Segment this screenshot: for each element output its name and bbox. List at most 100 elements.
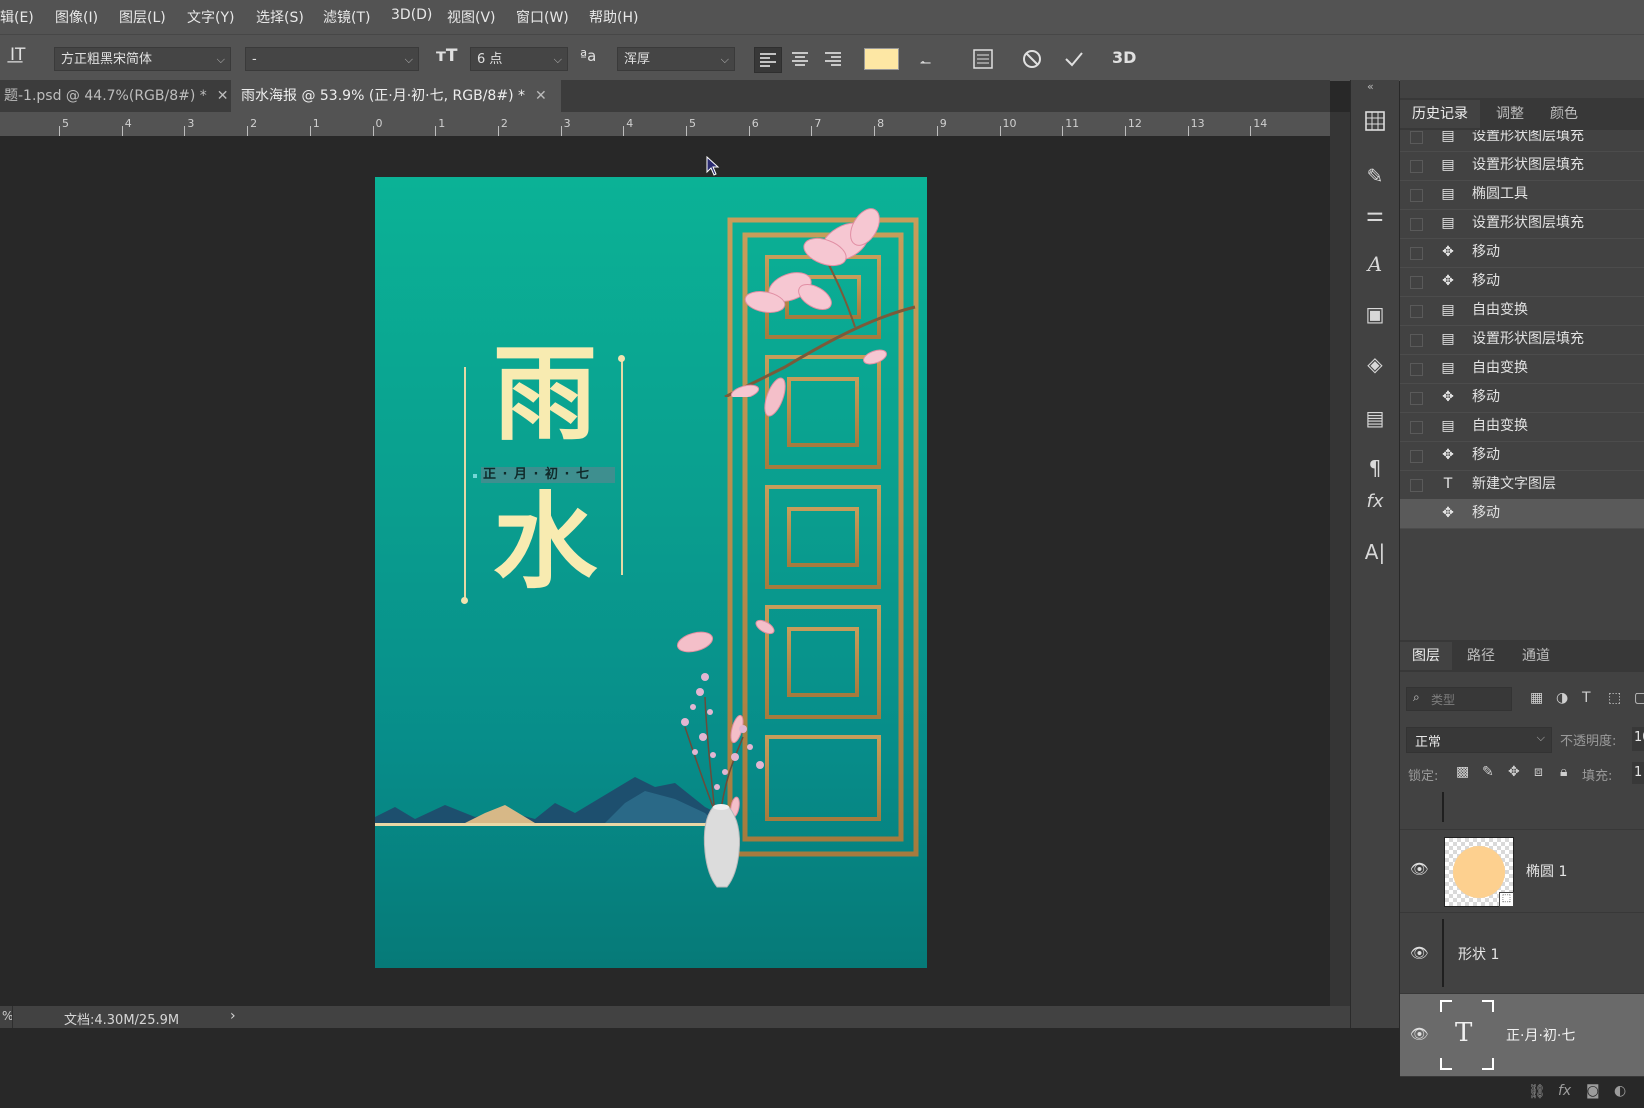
fill-field[interactable]: 1: [1632, 762, 1644, 784]
filter-shape-icon[interactable]: ⬚: [1608, 690, 1621, 706]
tab-paths[interactable]: 路径: [1455, 642, 1507, 670]
history-item[interactable]: ▤ 设置形状图层填充: [1400, 130, 1644, 152]
cancel-icon[interactable]: [1020, 47, 1044, 71]
history-item[interactable]: ✥ 移动: [1400, 499, 1644, 529]
menu-view[interactable]: 视图(V): [447, 7, 496, 27]
history-snapshot-checkbox[interactable]: [1410, 160, 1423, 173]
tab-layers[interactable]: 图层: [1400, 642, 1452, 670]
history-snapshot-checkbox[interactable]: [1410, 363, 1423, 376]
history-item[interactable]: ✥ 移动: [1400, 238, 1644, 268]
lock-transparent-icon[interactable]: ▩: [1456, 764, 1469, 780]
adjust-icon[interactable]: ◐: [1614, 1083, 1626, 1099]
layer-row[interactable]: 👁︎ 形状 1: [1400, 913, 1644, 994]
warp-text-icon[interactable]: ꞈ̲: [920, 45, 926, 65]
lock-artboard-icon[interactable]: ⧈: [1534, 764, 1543, 780]
history-item[interactable]: ▤ 自由变换: [1400, 354, 1644, 384]
menu-3d[interactable]: 3D(D): [391, 7, 432, 23]
history-snapshot-checkbox[interactable]: [1410, 334, 1423, 347]
mask-icon[interactable]: ◙: [1586, 1083, 1600, 1099]
history-item[interactable]: ✥ 移动: [1400, 441, 1644, 471]
blend-mode-select[interactable]: 正常 ⌵: [1406, 727, 1552, 753]
history-snapshot-checkbox[interactable]: [1410, 189, 1423, 202]
history-snapshot-checkbox[interactable]: [1410, 218, 1423, 231]
menu-edit[interactable]: 辑(E): [0, 7, 34, 27]
notes-panel-icon[interactable]: ▤: [1363, 406, 1387, 430]
libraries-icon[interactable]: ▣: [1363, 302, 1387, 326]
layer-row[interactable]: 👁︎ ⬚ 椭圆 1: [1400, 830, 1644, 913]
layer-name[interactable]: 形状 1: [1458, 944, 1499, 964]
tab-document-1[interactable]: 题-1.psd @ 44.7%(RGB/8#) * ✕: [0, 80, 229, 112]
menu-select[interactable]: 选择(S): [256, 7, 304, 27]
history-snapshot-checkbox[interactable]: [1410, 305, 1423, 318]
history-snapshot-checkbox[interactable]: [1410, 392, 1423, 405]
lock-all-icon[interactable]: 🔒︎: [1560, 764, 1567, 780]
font-style-select[interactable]: - ⌵: [245, 47, 419, 71]
visibility-eye-icon[interactable]: 👁︎: [1410, 860, 1429, 878]
character-panel-icon[interactable]: [972, 47, 994, 71]
opacity-field[interactable]: 10: [1632, 727, 1644, 751]
vertical-type-tool-icon[interactable]: I͟T: [10, 45, 25, 65]
3d-button[interactable]: 3D: [1112, 48, 1136, 67]
history-snapshot-checkbox[interactable]: [1410, 421, 1423, 434]
filter-smart-icon[interactable]: ▢: [1634, 690, 1644, 706]
font-family-select[interactable]: 方正粗黑宋简体 ⌵: [54, 47, 231, 71]
history-item[interactable]: ▤ 设置形状图层填充: [1400, 209, 1644, 239]
lock-move-icon[interactable]: ✥: [1508, 764, 1520, 780]
history-snapshot-checkbox[interactable]: [1410, 247, 1423, 260]
history-snapshot-checkbox[interactable]: [1410, 276, 1423, 289]
poster-title-shui[interactable]: 水: [493, 487, 597, 597]
history-item[interactable]: ▤ 设置形状图层填充: [1400, 151, 1644, 181]
layer-filter-input[interactable]: ⌕ 类型: [1406, 687, 1512, 711]
character-style-icon[interactable]: A: [1363, 252, 1387, 276]
history-item[interactable]: ✥ 移动: [1400, 267, 1644, 297]
text-color-swatch[interactable]: [864, 48, 899, 70]
history-item[interactable]: ▤ 设置形状图层填充: [1400, 325, 1644, 355]
visibility-eye-icon[interactable]: 👁︎: [1410, 944, 1429, 962]
history-item[interactable]: ▤ 自由变换: [1400, 296, 1644, 326]
fx-styles-icon[interactable]: fx: [1363, 490, 1387, 514]
fx-icon[interactable]: fx: [1558, 1083, 1571, 1099]
history-item[interactable]: T 新建文字图层: [1400, 470, 1644, 500]
close-icon[interactable]: ✕: [217, 88, 229, 104]
brush-settings-icon[interactable]: ✎: [1363, 164, 1387, 188]
history-item[interactable]: ▤ 自由变换: [1400, 412, 1644, 442]
close-icon[interactable]: ✕: [535, 88, 547, 104]
align-right-button[interactable]: [820, 47, 846, 71]
poster-title-yu[interactable]: 雨: [493, 339, 597, 449]
history-snapshot-checkbox[interactable]: [1410, 450, 1423, 463]
tab-color[interactable]: 颜色: [1538, 100, 1590, 128]
3d-panel-icon[interactable]: ◈: [1363, 352, 1387, 376]
tab-history[interactable]: 历史记录: [1400, 100, 1480, 128]
horizontal-ruler[interactable]: 5 4 3 2 1 0 1 2 3 4 5 6 7 8 9 10 11 12 13 14: [0, 112, 1330, 137]
vertical-scrollbar[interactable]: [1330, 112, 1350, 1006]
menu-layer[interactable]: 图层(L): [119, 7, 166, 27]
layer-name[interactable]: 正·月·初·七: [1506, 1025, 1575, 1045]
filter-type-icon[interactable]: T: [1582, 690, 1591, 706]
menu-image[interactable]: 图像(I): [55, 7, 98, 27]
properties-sliders-icon[interactable]: ⚌: [1363, 202, 1387, 226]
commit-check-icon[interactable]: [1062, 47, 1086, 71]
link-icon[interactable]: ⛓︎: [1528, 1084, 1546, 1100]
status-menu-arrow-icon[interactable]: ›: [230, 1008, 236, 1024]
menu-help[interactable]: 帮助(H): [589, 7, 638, 27]
history-item[interactable]: ▤ 椭圆工具: [1400, 180, 1644, 210]
align-center-button[interactable]: [787, 47, 813, 71]
history-snapshot-checkbox[interactable]: [1410, 508, 1423, 521]
filter-image-icon[interactable]: ▦: [1530, 690, 1543, 706]
history-snapshot-checkbox[interactable]: [1410, 131, 1423, 144]
antialias-select[interactable]: 浑厚 ⌵: [617, 47, 735, 71]
menu-type[interactable]: 文字(Y): [187, 7, 234, 27]
paragraph-icon[interactable]: ¶: [1363, 456, 1387, 480]
poster-document[interactable]: 雨 正 · 月 · 初 · 七 水: [375, 177, 927, 968]
menu-window[interactable]: 窗口(W): [516, 7, 569, 27]
lock-paint-icon[interactable]: ✎: [1482, 764, 1494, 780]
layer-row-partial[interactable]: [1400, 792, 1644, 830]
font-size-select[interactable]: 6 点 ⌵: [470, 47, 568, 71]
history-snapshot-checkbox[interactable]: [1410, 479, 1423, 492]
tab-document-2[interactable]: 雨水海报 @ 53.9% (正·月·初·七, RGB/8#) * ✕: [231, 80, 561, 112]
collapse-icon[interactable]: «: [1367, 80, 1374, 93]
layer-name[interactable]: 椭圆 1: [1526, 861, 1567, 881]
tab-channels[interactable]: 通道: [1510, 642, 1562, 670]
layer-row-selected[interactable]: 👁︎ T 正·月·初·七: [1400, 994, 1644, 1077]
menu-filter[interactable]: 滤镜(T): [323, 7, 370, 27]
